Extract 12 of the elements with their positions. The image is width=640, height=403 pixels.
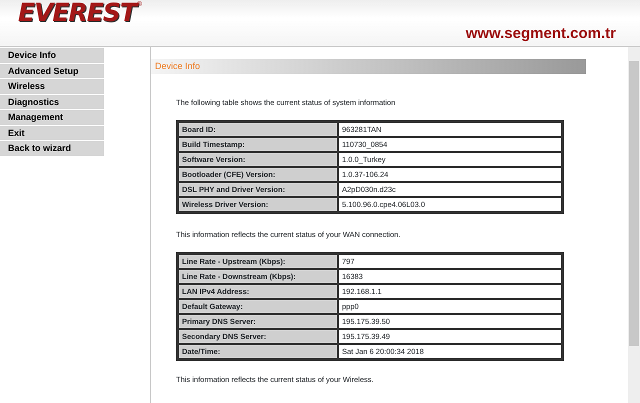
sidebar-item[interactable]: Wireless: [0, 79, 104, 94]
sidebar-item[interactable]: Diagnostics: [0, 94, 104, 109]
page-title-bar: Device Info: [151, 59, 586, 74]
sidebar-item[interactable]: Advanced Setup: [0, 64, 104, 78]
scrollbar-thumb[interactable]: [629, 61, 639, 346]
sidebar-item[interactable]: Management: [0, 110, 104, 124]
scrollbar[interactable]: [628, 47, 640, 403]
sidebar-item[interactable]: Exit: [0, 126, 104, 140]
sidebar-item[interactable]: Device Info: [0, 48, 104, 62]
sidebar-item[interactable]: Back to wizard: [0, 141, 104, 156]
logo: EVEREST: [18, 0, 136, 27]
website-address: www.segment.com.tr: [466, 25, 616, 42]
